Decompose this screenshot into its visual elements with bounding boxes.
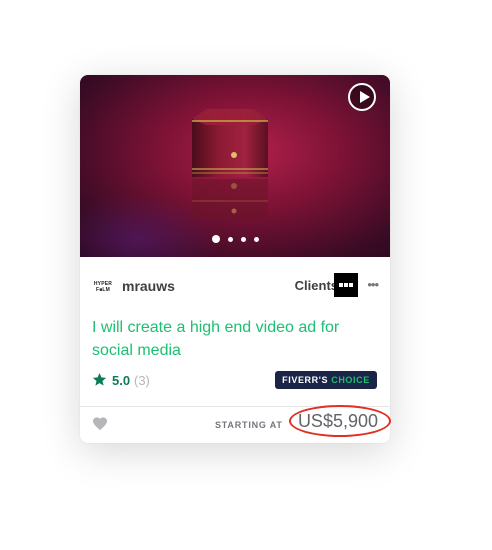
jewelry-box-image — [192, 109, 268, 219]
rating-value: 5.0 — [112, 373, 131, 388]
star-icon — [92, 372, 107, 386]
clients-label: Clients — [294, 278, 338, 293]
starting-at-label: STARTING AT — [215, 420, 283, 430]
gig-title[interactable]: I will create a high end video ad for so… — [92, 316, 378, 362]
seller-row: HYPER F■LM mrauws Clients ••• — [92, 273, 379, 299]
slide-dots — [80, 235, 390, 243]
seller-avatar[interactable]: HYPER F■LM — [92, 277, 114, 297]
rating-count: (3) — [134, 373, 150, 388]
client-logo[interactable] — [334, 273, 358, 297]
play-button[interactable] — [348, 83, 376, 111]
gig-card[interactable]: HYPER F■LM mrauws Clients ••• I will cre… — [80, 75, 390, 443]
heart-icon[interactable] — [92, 416, 108, 431]
play-icon — [360, 91, 370, 103]
slide-dot[interactable] — [211, 235, 220, 243]
price-highlight-circle — [289, 405, 391, 437]
slide-dot[interactable] — [253, 236, 259, 242]
client-logo-mark — [339, 283, 353, 287]
fiverrs-choice-badge: FIVERR'S CHOICE — [275, 371, 377, 389]
avatar-line-2: F■LM — [95, 287, 111, 293]
badge-text-1: FIVERR'S — [282, 375, 329, 385]
seller-name[interactable]: mrauws — [122, 278, 175, 294]
gig-media[interactable] — [80, 75, 390, 257]
badge-text-2: CHOICE — [331, 375, 370, 385]
more-icon[interactable]: ••• — [367, 277, 379, 292]
slide-dot[interactable] — [227, 236, 233, 242]
slide-dot[interactable] — [240, 236, 246, 242]
